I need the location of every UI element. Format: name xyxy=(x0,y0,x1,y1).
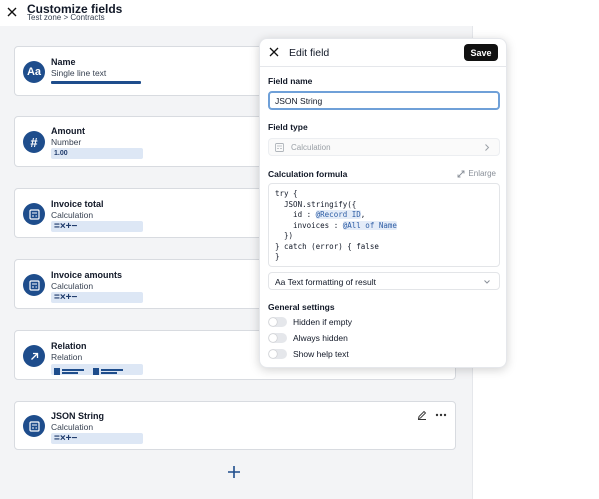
field-name: Name xyxy=(51,57,76,67)
calculation-preview: =×+− xyxy=(51,221,143,232)
field-card-json-string[interactable]: JSON String Calculation =×+− xyxy=(14,401,456,450)
popover-header: Edit field Save xyxy=(260,39,506,67)
field-name: Invoice total xyxy=(51,199,104,209)
field-type: Calculation xyxy=(51,210,94,220)
toggle-always-hidden[interactable]: Always hidden xyxy=(268,333,348,343)
expand-icon xyxy=(457,170,465,177)
calculation-preview: =×+− xyxy=(51,292,143,303)
close-icon[interactable] xyxy=(5,5,19,19)
text-preview-bar xyxy=(51,81,141,84)
field-name: JSON String xyxy=(51,411,105,421)
more-options-icon[interactable] xyxy=(435,413,447,417)
field-type: Single line text xyxy=(51,68,107,78)
field-type: Relation xyxy=(51,352,83,362)
calculation-preview: =×+− xyxy=(51,433,143,444)
enlarge-button[interactable]: Enlarge xyxy=(457,169,496,178)
enlarge-label: Enlarge xyxy=(468,169,496,178)
toggle-switch[interactable] xyxy=(268,349,287,359)
text-formatting-value: Aa Text formatting of result xyxy=(275,277,376,287)
breadcrumb[interactable]: Test zone > Contracts xyxy=(27,13,105,22)
all-of-name-tag[interactable]: @All of Name xyxy=(342,220,397,230)
formula-editor[interactable]: try { JSON.stringify({ id : @Record ID, … xyxy=(268,183,500,267)
edit-pencil-icon[interactable] xyxy=(417,410,427,420)
general-settings-label: General settings xyxy=(268,302,335,312)
arrow-up-right-icon xyxy=(23,345,45,367)
field-type-label: Field type xyxy=(268,122,308,132)
field-type: Number xyxy=(51,137,82,147)
number-preview: 1.00 xyxy=(51,148,143,159)
field-name-input[interactable] xyxy=(268,91,500,110)
edit-field-popover: Edit field Save Field name Field type Ca… xyxy=(259,38,507,368)
field-name: Amount xyxy=(51,126,85,136)
code-line: }) xyxy=(275,231,294,240)
calculator-icon xyxy=(23,415,45,437)
popover-title: Edit field xyxy=(289,47,330,59)
code-line: id : @Record ID, xyxy=(275,210,493,221)
text-formatting-select[interactable]: Aa Text formatting of result xyxy=(268,272,500,290)
field-type: Calculation xyxy=(51,281,94,291)
code-line: } catch (error) { false xyxy=(275,241,379,251)
field-name: Invoice amounts xyxy=(51,270,123,280)
header: Customize fields Test zone > Contracts xyxy=(0,0,599,26)
code-line: JSON.stringify({ xyxy=(275,199,357,209)
field-type-select[interactable]: Calculation xyxy=(268,138,500,156)
relation-preview xyxy=(51,364,143,375)
toggle-label: Show help text xyxy=(293,349,349,359)
field-type: Calculation xyxy=(51,422,94,432)
calculator-icon xyxy=(23,203,45,225)
field-type-value: Calculation xyxy=(291,143,331,152)
toggle-hidden-if-empty[interactable]: Hidden if empty xyxy=(268,317,352,327)
code-text: , xyxy=(360,210,366,219)
toggle-switch[interactable] xyxy=(268,333,287,343)
code-text: id : xyxy=(275,210,316,219)
field-name: Relation xyxy=(51,341,87,351)
card-actions xyxy=(417,410,447,420)
toggle-show-help-text[interactable]: Show help text xyxy=(268,349,349,359)
chevron-right-icon xyxy=(485,144,490,151)
toggle-label: Always hidden xyxy=(293,333,348,343)
field-name-label: Field name xyxy=(268,76,313,86)
code-line: try { xyxy=(275,189,298,198)
formula-label: Calculation formula xyxy=(268,169,348,179)
code-line: } xyxy=(275,252,280,261)
add-field-icon[interactable] xyxy=(226,464,242,480)
code-text: invoices : xyxy=(275,220,343,230)
record-id-tag[interactable]: @Record ID xyxy=(315,210,361,219)
chevron-down-icon xyxy=(484,280,490,284)
save-button[interactable]: Save xyxy=(464,44,498,61)
code-line: invoices : @All of Name xyxy=(275,220,493,232)
toggle-switch[interactable] xyxy=(268,317,287,327)
toggle-label: Hidden if empty xyxy=(293,317,353,327)
text-icon: Aa xyxy=(23,61,45,83)
close-icon[interactable] xyxy=(268,46,280,58)
calculator-icon xyxy=(23,274,45,296)
hash-icon: # xyxy=(23,131,45,153)
calculator-icon xyxy=(275,143,284,152)
